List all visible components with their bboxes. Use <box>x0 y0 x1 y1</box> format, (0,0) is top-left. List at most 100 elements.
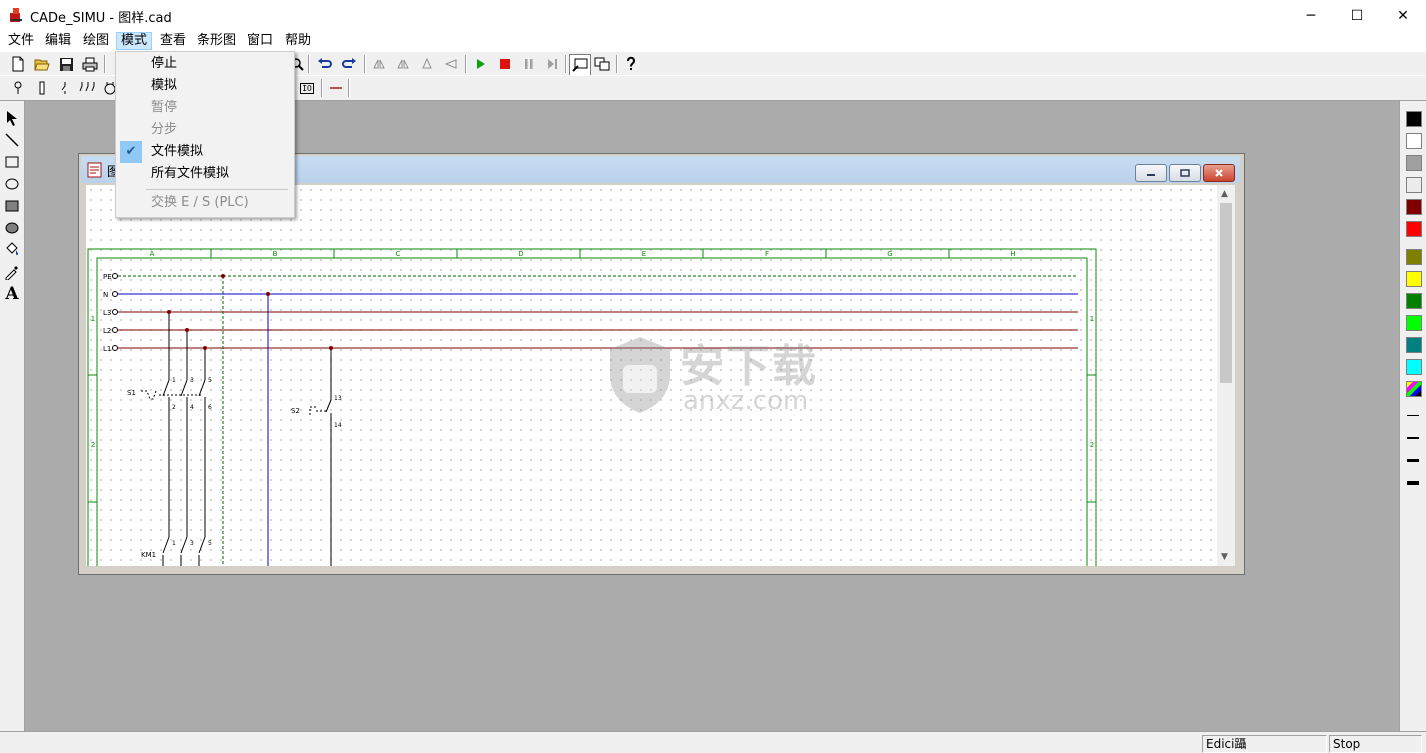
switch-contact-icon[interactable] <box>55 78 75 98</box>
line-width-1[interactable] <box>1407 415 1419 416</box>
terminal-number: 1 <box>172 540 176 547</box>
color-swatch-white[interactable] <box>1406 133 1422 149</box>
mode-dropdown-menu: 停止 模拟 暂停 分步 ✔ 文件模拟 所有文件模拟 交换 E / S (PLC) <box>115 51 295 218</box>
column-label: E <box>642 250 646 258</box>
open-folder-icon[interactable] <box>32 54 52 74</box>
toolbar-separator <box>616 55 618 73</box>
pause-simulation-icon <box>519 54 539 74</box>
filled-ellipse-tool-icon[interactable] <box>3 219 21 237</box>
document-close-button[interactable] <box>1203 164 1235 182</box>
title-bar: CADe_SIMU - 图样.cad ─ ☐ ✕ <box>0 0 1426 31</box>
file-simulation-icon[interactable] <box>569 54 591 76</box>
toolbar-separator <box>104 55 106 73</box>
color-swatch-green[interactable] <box>1406 293 1422 309</box>
wire-line-icon[interactable] <box>326 78 346 98</box>
watermark-cn-text: 安下载 <box>680 341 818 392</box>
bus-label-l1: L1 <box>103 345 111 353</box>
color-palette <box>1399 101 1426 731</box>
checkmark-icon: ✔ <box>120 141 142 163</box>
bus-label-l2: L2 <box>103 327 111 335</box>
terminal-icon[interactable] <box>8 78 28 98</box>
rectangle-tool-icon[interactable] <box>3 153 21 171</box>
color-swatch-light-gray[interactable] <box>1406 177 1422 193</box>
bus-label-l3: L3 <box>103 309 111 317</box>
terminal-number: 2 <box>172 404 176 411</box>
column-label: C <box>396 250 401 258</box>
menu-draw[interactable]: 绘图 <box>79 33 113 49</box>
terminal-number: 3 <box>190 540 194 547</box>
menu-view[interactable]: 查看 <box>156 33 190 49</box>
column-label: A <box>150 250 155 258</box>
line-width-4[interactable] <box>1407 481 1419 485</box>
color-swatch-black[interactable] <box>1406 111 1422 127</box>
toolbar-separator <box>465 55 467 73</box>
close-button[interactable]: ✕ <box>1380 0 1426 31</box>
redo-icon[interactable] <box>339 54 359 74</box>
column-label: D <box>518 250 523 258</box>
filled-rectangle-tool-icon[interactable] <box>3 197 21 215</box>
scrollbar-thumb[interactable] <box>1220 203 1232 383</box>
terminal-number: 1 <box>172 377 176 384</box>
fill-bucket-icon[interactable] <box>3 241 21 259</box>
column-label: B <box>273 250 278 258</box>
vertical-scrollbar[interactable]: ▲ ▼ <box>1217 185 1235 566</box>
minimize-button[interactable]: ─ <box>1288 0 1334 31</box>
terminal-number: 5 <box>208 377 212 384</box>
color-swatch-lime[interactable] <box>1406 315 1422 331</box>
s2-label: S2 <box>291 407 300 415</box>
color-picker-icon[interactable] <box>3 263 21 281</box>
status-simulation-state: Stop <box>1329 735 1422 753</box>
new-file-icon[interactable] <box>8 54 28 74</box>
color-swatch-cyan[interactable] <box>1406 359 1422 375</box>
menu-help[interactable]: 帮助 <box>281 33 315 49</box>
color-swatch-yellow[interactable] <box>1406 271 1422 287</box>
ellipse-tool-icon[interactable] <box>3 175 21 193</box>
menu-edit[interactable]: 编辑 <box>41 33 75 49</box>
io-label: IO <box>300 82 314 94</box>
watermark: 安下载 anxz.com <box>605 330 825 420</box>
maximize-button[interactable]: ☐ <box>1334 0 1380 31</box>
menu-item-simulate[interactable]: 模拟 <box>118 75 290 97</box>
bus-label-pe: PE <box>103 273 112 281</box>
mirror-vertical-icon <box>393 54 413 74</box>
play-simulation-icon[interactable] <box>471 54 491 74</box>
menu-item-stop[interactable]: 停止 <box>118 53 290 75</box>
color-swatch-gray[interactable] <box>1406 155 1422 171</box>
line-tool-icon[interactable] <box>3 131 21 149</box>
document-restore-button[interactable] <box>1169 164 1201 182</box>
line-width-2[interactable] <box>1407 437 1419 439</box>
toolbar-separator <box>308 55 310 73</box>
fuse-icon[interactable] <box>32 78 52 98</box>
menu-window[interactable]: 窗口 <box>243 33 277 49</box>
stop-simulation-icon[interactable] <box>495 54 515 74</box>
save-icon[interactable] <box>56 54 76 74</box>
mirror-horizontal-icon <box>369 54 389 74</box>
help-icon[interactable] <box>621 54 641 74</box>
three-pole-switch-icon[interactable] <box>78 78 98 98</box>
io-component-icon[interactable]: IO <box>296 78 318 98</box>
line-width-3[interactable] <box>1407 459 1419 462</box>
scroll-up-icon[interactable]: ▲ <box>1221 189 1228 199</box>
window-title: CADe_SIMU - 图样.cad <box>30 11 172 26</box>
menu-item-step: 分步 <box>151 122 178 137</box>
terminal-number: 4 <box>190 404 194 411</box>
undo-icon[interactable] <box>315 54 335 74</box>
color-swatch-olive[interactable] <box>1406 249 1422 265</box>
scroll-down-icon[interactable]: ▼ <box>1221 552 1228 562</box>
menu-mode[interactable]: 模式 <box>116 32 153 50</box>
menu-file[interactable]: 文件 <box>4 33 38 49</box>
menu-item-all-files-simulation[interactable]: 所有文件模拟 <box>118 163 290 185</box>
color-swatch-dark-red[interactable] <box>1406 199 1422 215</box>
menu-item-file-simulation[interactable]: ✔ 文件模拟 <box>118 141 290 163</box>
select-arrow-icon[interactable] <box>3 109 21 127</box>
menu-bar-chart[interactable]: 条形图 <box>193 33 240 49</box>
column-label: G <box>887 250 892 258</box>
all-files-simulation-icon[interactable] <box>592 54 612 74</box>
document-minimize-button[interactable] <box>1135 164 1167 182</box>
watermark-url-text: anxz.com <box>683 386 809 416</box>
color-swatch-teal[interactable] <box>1406 337 1422 353</box>
color-swatch-multicolor[interactable] <box>1406 381 1422 397</box>
print-icon[interactable] <box>80 54 100 74</box>
color-swatch-red[interactable] <box>1406 221 1422 237</box>
text-tool-icon[interactable]: A <box>3 284 21 304</box>
